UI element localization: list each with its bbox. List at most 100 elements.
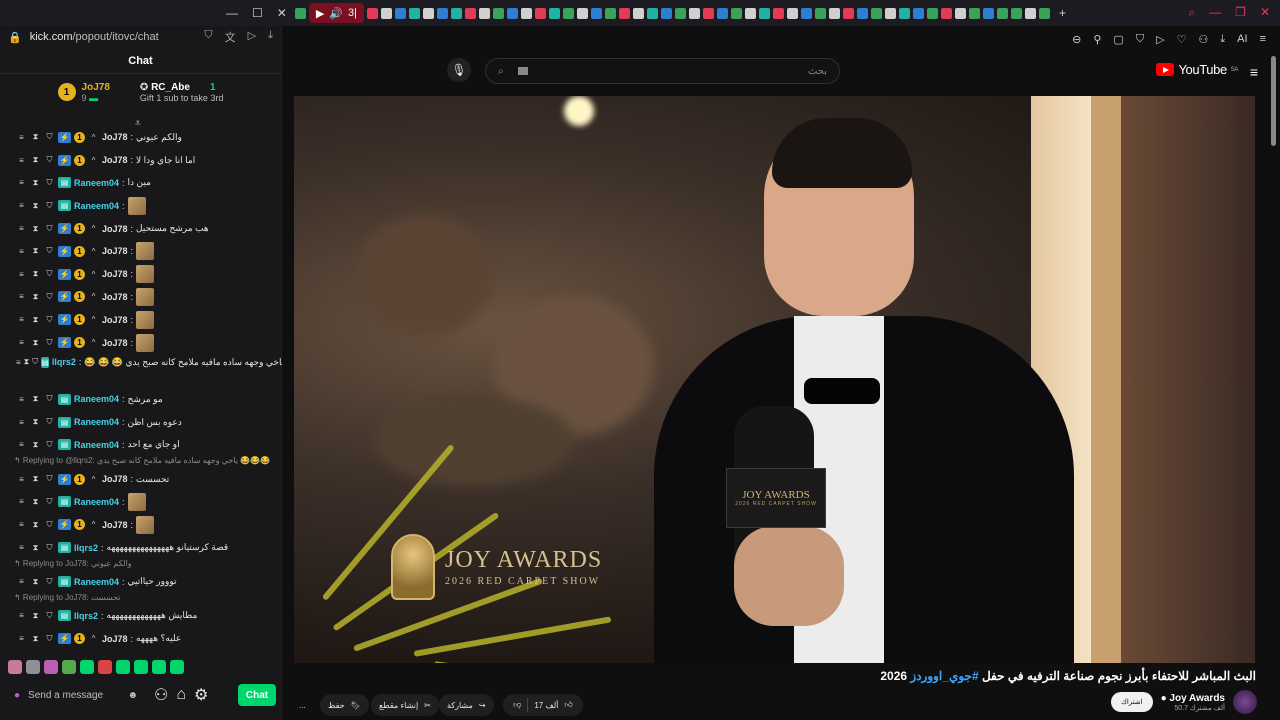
chat-username[interactable]: JoJ78 bbox=[102, 292, 128, 302]
tab-favicon[interactable] bbox=[674, 7, 686, 19]
tab-favicon[interactable] bbox=[366, 7, 378, 19]
chat-message[interactable]: ≡ ⧗ ⛉ ▤ Raneem04: مين دا bbox=[0, 172, 282, 195]
close-icon[interactable]: ✕ bbox=[277, 6, 287, 20]
tab-favicon[interactable] bbox=[422, 7, 434, 19]
chat-username[interactable]: JoJ78 bbox=[102, 315, 128, 325]
tab-favicon[interactable] bbox=[856, 7, 868, 19]
tab-favicon[interactable] bbox=[912, 7, 924, 19]
voice-search-icon[interactable]: 🎙 bbox=[447, 58, 471, 82]
tab-favicon[interactable] bbox=[1010, 7, 1022, 19]
chat-emote[interactable] bbox=[136, 310, 155, 329]
tab-favicon[interactable] bbox=[842, 7, 854, 19]
settings-icon[interactable]: ⚙ bbox=[194, 685, 208, 705]
forward-icon[interactable]: ▷ bbox=[248, 29, 256, 45]
new-tab-icon[interactable]: + bbox=[1059, 6, 1066, 20]
translate-icon[interactable]: 文 bbox=[225, 29, 236, 45]
minimize-icon[interactable]: — bbox=[1209, 5, 1221, 20]
chat-username[interactable]: Raneem04 bbox=[74, 497, 119, 507]
tab-favicon[interactable] bbox=[828, 7, 840, 19]
active-audio-tab[interactable]: ▶ 🔊 3| bbox=[308, 3, 364, 23]
save-button[interactable]: حفظ 🔖︎ bbox=[320, 694, 369, 716]
tab-favicon[interactable] bbox=[926, 7, 938, 19]
chat-emote[interactable] bbox=[136, 265, 155, 284]
tab-favicon[interactable] bbox=[604, 7, 616, 19]
hashtag-link[interactable]: #جوي_اووردز bbox=[910, 669, 978, 683]
chat-username[interactable]: JoJ78 bbox=[102, 246, 128, 256]
tab-favicon[interactable] bbox=[506, 7, 518, 19]
emote-button[interactable] bbox=[116, 660, 130, 674]
emote-button[interactable] bbox=[44, 660, 58, 674]
tab-favicon[interactable] bbox=[534, 7, 546, 19]
chat-username[interactable]: Raneem04 bbox=[74, 394, 119, 404]
chat-username[interactable]: JoJ78 bbox=[102, 132, 128, 142]
tab-favicon[interactable] bbox=[618, 7, 630, 19]
tab-favicon[interactable] bbox=[688, 7, 700, 19]
leaderboard-second[interactable]: ✪ RC_Abe 1 Gift 1 sub to take 3rd bbox=[140, 82, 224, 103]
search-icon[interactable]: ⌕ bbox=[498, 66, 504, 77]
tab-favicon[interactable] bbox=[758, 7, 770, 19]
ai-icon[interactable]: AI bbox=[1237, 33, 1247, 45]
chat-message[interactable]: ≡ ⧗ ⛉ ▤ Raneem04: bbox=[0, 194, 282, 217]
subscribe-button[interactable]: اشتراك bbox=[1111, 692, 1153, 712]
pin-icon[interactable]: ⚲ bbox=[1093, 33, 1101, 46]
emote-button[interactable] bbox=[152, 660, 166, 674]
chat-message[interactable]: ≡ ⧗ ⛉ ⚡ 1 ^ JoJ78: bbox=[0, 513, 282, 536]
chat-emote[interactable] bbox=[127, 196, 146, 215]
tab-favicon[interactable] bbox=[408, 7, 420, 19]
tab-favicon[interactable] bbox=[730, 7, 742, 19]
tab-favicon[interactable] bbox=[520, 7, 532, 19]
tab-favicon[interactable] bbox=[772, 7, 784, 19]
tab-favicon[interactable] bbox=[814, 7, 826, 19]
chat-username[interactable]: JoJ78 bbox=[102, 155, 128, 165]
reader-icon[interactable]: ▢ bbox=[1113, 33, 1123, 46]
chat-url[interactable]: kick.com/popout/itovc/chat bbox=[30, 31, 159, 43]
chat-message[interactable]: ≡ ⧗ ⛉ ⚡ 1 ^ JoJ78: bbox=[0, 331, 282, 354]
chat-username[interactable]: Raneem04 bbox=[74, 440, 119, 450]
emote-button[interactable] bbox=[26, 660, 40, 674]
chat-message[interactable]: ≡ ⧗ ⛉ ⚡ 1 ^ JoJ78: اما انا جاي ودا لا bbox=[0, 149, 282, 172]
download-icon[interactable]: ⤓ bbox=[268, 29, 273, 45]
chat-username[interactable]: JoJ78 bbox=[102, 338, 128, 348]
search-box[interactable]: ⌕ بحث bbox=[485, 58, 840, 84]
chat-message[interactable]: ≡ ⧗ ⛉ ▤ llqrs2: مطايش هههههههههههههه bbox=[0, 605, 282, 628]
shield-icon[interactable]: ⛉ bbox=[204, 29, 212, 45]
tab-favicon[interactable] bbox=[590, 7, 602, 19]
chat-username[interactable]: Raneem04 bbox=[74, 178, 119, 188]
chat-message[interactable]: ≡ ⧗ ⛉ ▤ Raneem04: دعوه بس اظن bbox=[0, 411, 282, 434]
tab-favicon[interactable] bbox=[294, 7, 306, 19]
microphone-icon[interactable]: ● bbox=[14, 690, 20, 701]
tab-favicon[interactable] bbox=[450, 7, 462, 19]
account-icon[interactable]: ⚇ bbox=[1198, 33, 1208, 46]
reply-context[interactable]: ↰ Replying to JoJ78: والكم عيوني bbox=[0, 559, 282, 570]
chat-message[interactable]: ≡ ⧗ ⛉ ⚡ 1 ^ JoJ78: عليه؟ ههههه bbox=[0, 627, 282, 650]
reply-context[interactable]: ↰ Replying to @llqrs2: ياخي وجهه ساده ما… bbox=[0, 456, 282, 467]
chat-message[interactable]: ≡ ⧗ ⛉ ▤ Raneem04: bbox=[0, 491, 282, 514]
chat-username[interactable]: JoJ78 bbox=[102, 269, 128, 279]
minimize-icon[interactable]: — bbox=[226, 6, 238, 20]
tab-favicon[interactable] bbox=[940, 7, 952, 19]
tab-favicon[interactable] bbox=[786, 7, 798, 19]
chat-message[interactable]: ≡ ⧗ ⛉ ▤ Raneem04: مو مرشح bbox=[0, 388, 282, 411]
chat-username[interactable]: llqrs2 bbox=[74, 611, 98, 621]
chat-username[interactable]: JoJ78 bbox=[102, 224, 128, 234]
chat-send-button[interactable]: Chat bbox=[238, 684, 276, 706]
tab-favicon[interactable] bbox=[884, 7, 896, 19]
emoji-icon[interactable]: ☻ bbox=[127, 690, 138, 701]
tab-favicon[interactable] bbox=[464, 7, 476, 19]
chat-message[interactable]: ≡ ⧗ ⛉ ⚡ 1 ^ JoJ78: تحسست bbox=[0, 468, 282, 491]
tab-favicon[interactable] bbox=[632, 7, 644, 19]
chat-message[interactable]: ≡ ⧗ ⛉ ⚡ 1 ^ JoJ78: bbox=[0, 240, 282, 263]
heart-icon[interactable]: ♡ bbox=[1177, 33, 1187, 46]
tab-favicon[interactable] bbox=[744, 7, 756, 19]
chat-emote[interactable] bbox=[127, 492, 146, 511]
chat-message[interactable]: ≡ ⧗ ⛉ ▤ Raneem04: او جاي مع احد bbox=[0, 434, 282, 457]
reply-context[interactable]: ↰ Replying to JoJ78: تحسست bbox=[0, 593, 282, 604]
page-scrollbar[interactable] bbox=[1271, 56, 1276, 146]
tab-favicon[interactable] bbox=[576, 7, 588, 19]
tab-favicon[interactable] bbox=[996, 7, 1008, 19]
chat-emote[interactable] bbox=[136, 515, 155, 534]
maximize-icon[interactable]: ☐ bbox=[252, 6, 263, 20]
tab-favicon[interactable] bbox=[702, 7, 714, 19]
emote-button[interactable] bbox=[80, 660, 94, 674]
chat-message[interactable]: ≡ ⧗ ⛉ ⚡ 1 ^ JoJ78: bbox=[0, 308, 282, 331]
